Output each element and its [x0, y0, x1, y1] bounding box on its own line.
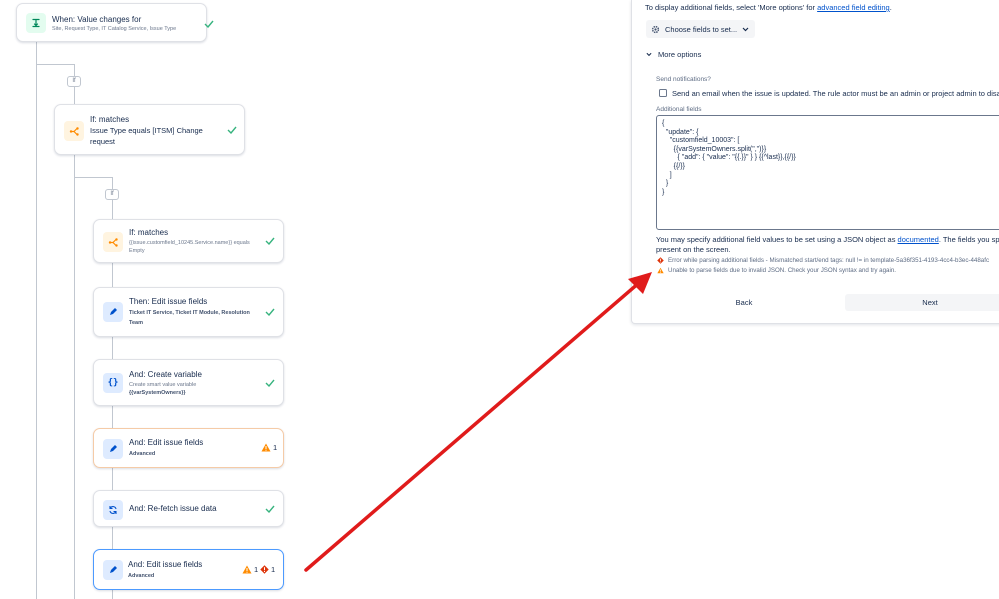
rule-canvas: If If When: Value changes for Site, Requ… — [0, 0, 999, 599]
annotation-arrow — [304, 272, 652, 572]
